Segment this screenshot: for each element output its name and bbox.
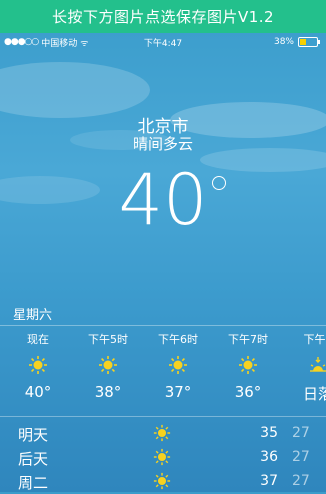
- day-high-temp: 37: [260, 473, 278, 489]
- hour-temp: 40°: [24, 383, 52, 401]
- day-row: 明天 35 27: [0, 421, 326, 445]
- day-low-temp: 27: [292, 425, 310, 441]
- hour-item: 下午6时 37°: [148, 327, 208, 401]
- sun-icon: [78, 355, 138, 375]
- hour-item: 下午5时 38°: [78, 327, 138, 401]
- sun-icon: [218, 355, 278, 375]
- sun-icon: [8, 355, 68, 375]
- weekday-label: 星期六: [13, 308, 53, 323]
- battery-fill: [300, 39, 307, 45]
- sun-icon: [153, 472, 171, 494]
- day-row: 后天 36 27: [0, 445, 326, 469]
- hour-item: 下午7时 36°: [218, 327, 278, 401]
- hour-temp: 日落: [302, 385, 326, 403]
- daily-forecast: 明天 35 27 后天 36 27 周二 37 27: [0, 421, 326, 493]
- hour-item: 现在 40°: [8, 327, 68, 401]
- hour-label: 下午6时: [158, 333, 198, 346]
- hour-item: 下午7 日落: [288, 327, 326, 404]
- current-temperature: 40: [118, 159, 208, 241]
- day-high-temp: 36: [260, 449, 278, 465]
- sun-icon: [148, 355, 208, 375]
- degree-symbol-icon: [212, 176, 226, 190]
- battery-percent: 38%: [273, 37, 294, 47]
- hour-temp: 36°: [234, 383, 262, 401]
- banner-text: 长按下方图片点选保存图片V1.2: [51, 8, 275, 26]
- hourly-forecast[interactable]: 现在 40° 下午5时 38° 下午6时 37° 下午7时 36° 下午7 日落: [0, 327, 326, 415]
- battery-tip: [318, 40, 320, 44]
- hour-label: 下午5时: [88, 333, 128, 346]
- save-hint-banner: 长按下方图片点选保存图片V1.2: [0, 0, 326, 33]
- hour-label: 下午7时: [228, 333, 268, 346]
- hour-temp: 37°: [164, 383, 192, 401]
- sun-icon: [153, 448, 171, 470]
- status-bar: ●●●○○ 中国移动 ᯤ 下午4:47 38%: [0, 33, 326, 51]
- battery-icon: [298, 37, 320, 47]
- day-name: 周二: [18, 474, 49, 492]
- divider: [0, 325, 326, 326]
- weather-condition: 晴间多云: [132, 135, 193, 153]
- sun-icon: [153, 424, 171, 446]
- day-row: 周二 37 27: [0, 469, 326, 493]
- sunset-icon: [288, 355, 326, 375]
- hour-label: 下午7: [303, 333, 326, 346]
- status-right: 38%: [273, 37, 320, 47]
- divider: [0, 416, 326, 417]
- day-low-temp: 27: [292, 473, 310, 489]
- day-high-temp: 35: [260, 425, 278, 441]
- day-low-temp: 27: [292, 449, 310, 465]
- hour-temp: 38°: [94, 383, 122, 401]
- day-name: 明天: [18, 426, 49, 444]
- day-name: 后天: [18, 450, 49, 468]
- hour-label: 现在: [27, 333, 49, 346]
